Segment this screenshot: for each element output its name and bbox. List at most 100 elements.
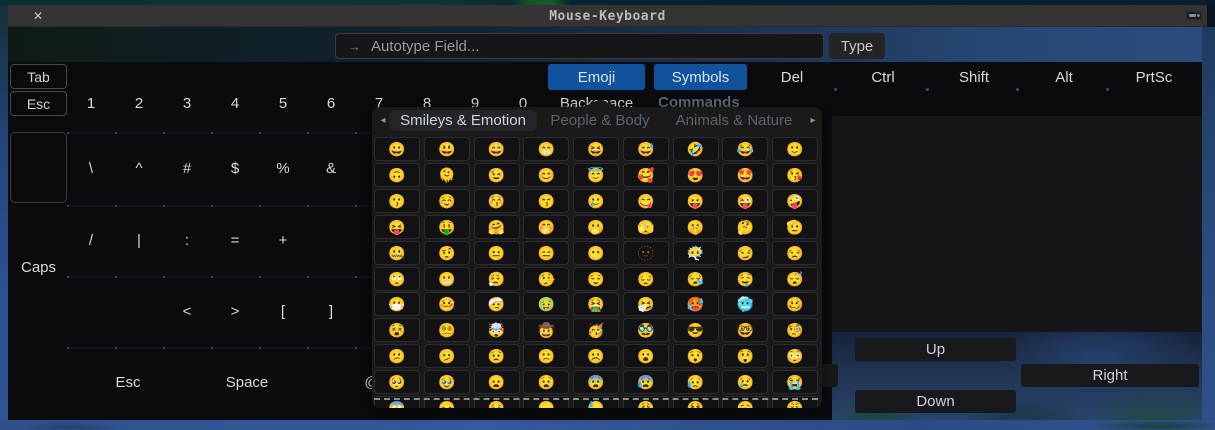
down-button[interactable]: Down xyxy=(855,390,1016,413)
emoji-cell[interactable]: 🙃 xyxy=(374,163,420,187)
emoji-cell[interactable]: 😉 xyxy=(474,163,520,187)
emoji-cell[interactable]: 😟 xyxy=(474,344,520,368)
emoji-cell[interactable]: 🤗 xyxy=(474,215,520,239)
emoji-cell[interactable]: 😇 xyxy=(573,163,619,187)
emoji-cell[interactable]: 🤐 xyxy=(374,241,420,265)
key-colon[interactable]: : xyxy=(163,205,211,276)
emoji-cell[interactable]: 🤥 xyxy=(523,267,569,291)
key-ampersand[interactable]: & xyxy=(307,132,355,205)
key-percent[interactable]: % xyxy=(259,132,307,205)
emoji-cell[interactable]: 😍 xyxy=(673,163,719,187)
emoji-button[interactable]: Emoji xyxy=(548,64,645,90)
emoji-cell[interactable]: 😰 xyxy=(623,370,669,394)
emoji-cell[interactable]: 🤓 xyxy=(722,318,768,342)
emoji-cell[interactable]: 😪 xyxy=(673,267,719,291)
emoji-cell[interactable]: 😕 xyxy=(374,344,420,368)
emoji-cell[interactable]: 😵 xyxy=(374,318,420,342)
space-key[interactable]: Space xyxy=(223,347,271,418)
emoji-cell[interactable]: 😶‍🌫️ xyxy=(673,241,719,265)
emoji-cell[interactable]: 😧 xyxy=(523,370,569,394)
emoji-cell[interactable]: 🤤 xyxy=(722,267,768,291)
emoji-cell[interactable]: 😳 xyxy=(772,344,818,368)
emoji-cell[interactable]: 😅 xyxy=(623,137,669,161)
del-key[interactable]: Del xyxy=(748,64,836,90)
emoji-cell[interactable]: 😥 xyxy=(673,370,719,394)
autotype-field[interactable]: → xyxy=(335,33,824,59)
keyboard-tray-icon[interactable] xyxy=(1186,11,1202,20)
right-button[interactable]: Right xyxy=(1021,364,1199,387)
key-equals[interactable]: = xyxy=(211,205,259,276)
prtsc-key[interactable]: PrtSc xyxy=(1110,64,1198,90)
emoji-cell[interactable]: 🥴 xyxy=(772,292,818,316)
emoji-cell[interactable]: 😏 xyxy=(722,241,768,265)
shift-key[interactable]: Shift xyxy=(930,64,1018,90)
key-hash[interactable]: # xyxy=(163,132,211,205)
esc-key-bottom[interactable]: Esc xyxy=(104,347,152,418)
esc-key[interactable]: Esc xyxy=(10,91,67,116)
emoji-cell[interactable]: 😃 xyxy=(424,137,470,161)
emoji-cell[interactable]: 😄 xyxy=(474,137,520,161)
emoji-cell[interactable]: 🤭 xyxy=(523,215,569,239)
emoji-cell[interactable]: 🤨 xyxy=(424,241,470,265)
emoji-cell[interactable]: 😭 xyxy=(772,370,818,394)
emoji-cell[interactable]: 😋 xyxy=(623,189,669,213)
emoji-cell[interactable]: 🤩 xyxy=(722,163,768,187)
emoji-cell[interactable]: 😨 xyxy=(573,370,619,394)
emoji-cell[interactable]: 😎 xyxy=(673,318,719,342)
key-plus[interactable]: + xyxy=(259,205,307,276)
emoji-cell[interactable]: 😔 xyxy=(623,267,669,291)
emoji-cell[interactable]: 😂 xyxy=(722,137,768,161)
key-less[interactable]: < xyxy=(163,276,211,347)
emoji-cell[interactable]: 😐 xyxy=(474,241,520,265)
emoji-cell[interactable]: 🥵 xyxy=(673,292,719,316)
emoji-cell[interactable]: 🤢 xyxy=(523,292,569,316)
emoji-cell[interactable]: 🥳 xyxy=(573,318,619,342)
ctrl-key[interactable]: Ctrl xyxy=(838,64,928,90)
emoji-cell[interactable]: 🤧 xyxy=(623,292,669,316)
emoji-cell[interactable]: 😗 xyxy=(374,189,420,213)
emoji-cell[interactable]: 🫡 xyxy=(772,215,818,239)
emoji-cell[interactable]: 😒 xyxy=(772,241,818,265)
key-slash[interactable]: / xyxy=(67,205,115,276)
emoji-cell[interactable]: 🥰 xyxy=(623,163,669,187)
emoji-cell[interactable]: ☺️ xyxy=(424,189,470,213)
key-1[interactable]: 1 xyxy=(67,91,115,116)
emoji-cell[interactable]: 😑 xyxy=(523,241,569,265)
emoji-cell[interactable]: 🙂 xyxy=(772,137,818,161)
emoji-cell[interactable]: 😮 xyxy=(623,344,669,368)
emoji-cell[interactable]: 😯 xyxy=(673,344,719,368)
emoji-cell[interactable]: 🫠 xyxy=(424,163,470,187)
alt-key[interactable]: Alt xyxy=(1020,64,1108,90)
key-pipe[interactable]: | xyxy=(115,205,163,276)
emoji-cell[interactable]: 😦 xyxy=(474,370,520,394)
emoji-cell[interactable]: 🧐 xyxy=(772,318,818,342)
emoji-cell[interactable]: 😢 xyxy=(722,370,768,394)
emoji-cell[interactable]: 🤣 xyxy=(673,137,719,161)
emoji-cell[interactable]: 🙄 xyxy=(374,267,420,291)
emoji-cell[interactable]: 🫣 xyxy=(623,215,669,239)
symbols-button[interactable]: Symbols xyxy=(654,64,747,90)
emoji-cell[interactable]: 🤮 xyxy=(573,292,619,316)
emoji-cell[interactable]: 😷 xyxy=(374,292,420,316)
emoji-cell[interactable]: 😀 xyxy=(374,137,420,161)
key-bracket-close[interactable]: ] xyxy=(307,276,355,347)
tab-key[interactable]: Tab xyxy=(10,64,67,89)
caps-key[interactable]: Caps xyxy=(10,243,67,291)
emoji-cell[interactable]: 🫥 xyxy=(623,241,669,265)
key-bracket-open[interactable]: [ xyxy=(259,276,307,347)
key-2[interactable]: 2 xyxy=(115,91,163,116)
emoji-cell[interactable]: 🥹 xyxy=(424,370,470,394)
autotype-input[interactable] xyxy=(369,37,823,56)
emoji-cell[interactable]: 😬 xyxy=(424,267,470,291)
key-greater[interactable]: > xyxy=(211,276,259,347)
emoji-cell[interactable]: 🤔 xyxy=(722,215,768,239)
emoji-cell[interactable]: 😆 xyxy=(573,137,619,161)
emoji-cell[interactable]: 😴 xyxy=(772,267,818,291)
key-3[interactable]: 3 xyxy=(163,91,211,116)
emoji-cell[interactable]: 🥸 xyxy=(623,318,669,342)
key-backslash[interactable]: \ xyxy=(67,132,115,205)
type-button[interactable]: Type xyxy=(829,33,885,59)
emoji-cell[interactable]: 🤠 xyxy=(523,318,569,342)
emoji-cell[interactable]: 🤕 xyxy=(474,292,520,316)
up-button[interactable]: Up xyxy=(855,338,1016,361)
